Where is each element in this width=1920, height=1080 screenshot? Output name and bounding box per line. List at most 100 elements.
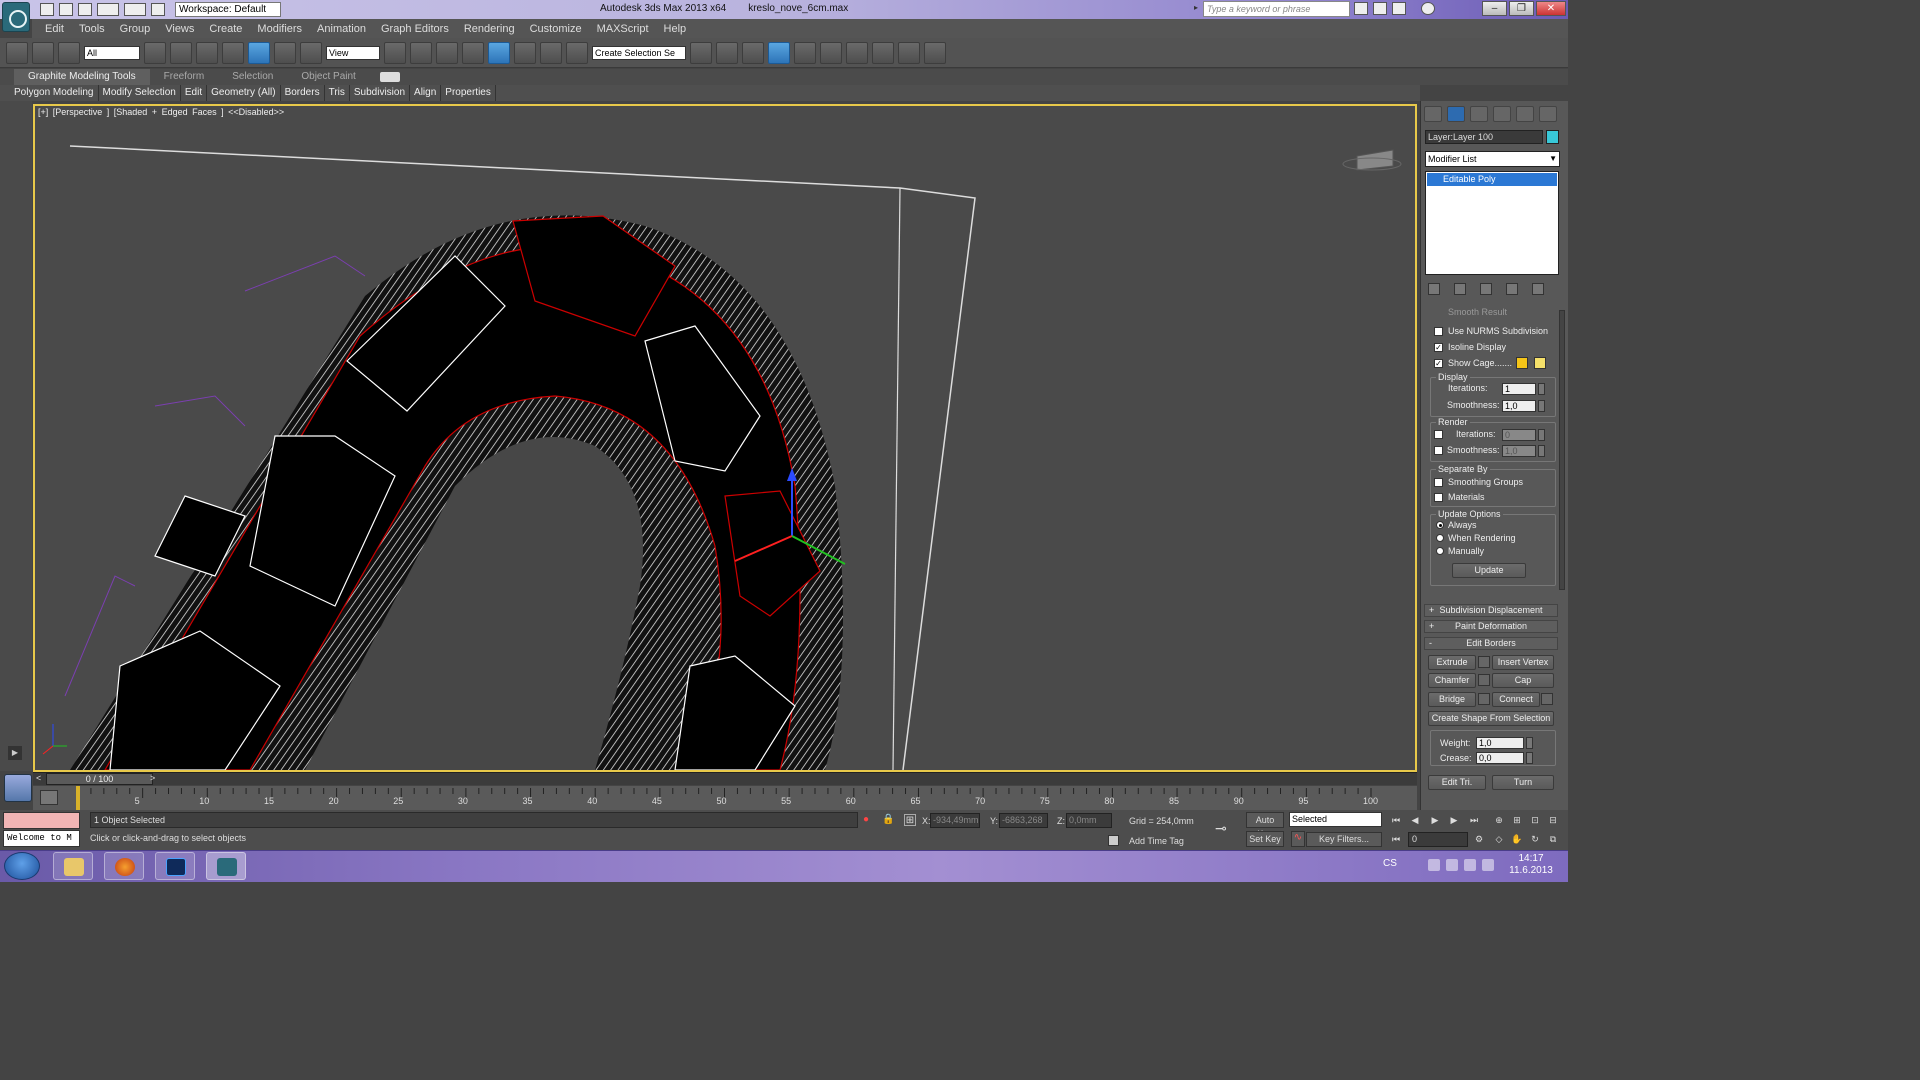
link-icon[interactable] [6, 41, 28, 64]
menu-group[interactable]: Group [120, 23, 151, 35]
go-to-start-icon[interactable]: ⏮ [1389, 813, 1403, 827]
crease-arrows[interactable] [1526, 752, 1533, 764]
rendered-frame-window-icon[interactable] [898, 41, 920, 64]
cap-button[interactable]: Cap [1492, 673, 1554, 688]
rectangular-selection-icon[interactable] [196, 41, 218, 64]
select-and-rotate-icon[interactable] [274, 41, 296, 64]
tab-freeform[interactable]: Freeform [150, 69, 219, 85]
render-smoothness-spinner[interactable]: 1,0 [1502, 445, 1536, 457]
panel-polygon-modeling[interactable]: Polygon Modeling [10, 85, 99, 101]
zoom-extents-icon[interactable]: ⊡ [1528, 813, 1542, 827]
language-indicator[interactable]: CS [1383, 858, 1397, 869]
edit-tri-button[interactable]: Edit Tri. [1428, 775, 1486, 790]
start-button[interactable] [4, 852, 40, 880]
panel-borders[interactable]: Borders [281, 85, 325, 101]
time-slider-next-icon[interactable]: > [150, 773, 155, 783]
extrude-settings-icon[interactable] [1478, 656, 1490, 668]
hierarchy-tab-icon[interactable] [1470, 106, 1488, 122]
show-cage-checkbox[interactable]: ✓ [1434, 359, 1443, 368]
panel-edit[interactable]: Edit [181, 85, 208, 101]
menu-tools[interactable]: Tools [79, 23, 105, 35]
panel-modify-selection[interactable]: Modify Selection [99, 85, 181, 101]
key-filters-button[interactable]: Key Filters... [1306, 832, 1382, 847]
crease-spinner[interactable]: 0,0 [1476, 752, 1524, 764]
lock-selection-icon[interactable]: 🔒 [882, 814, 894, 826]
display-iterations-arrows[interactable] [1538, 383, 1545, 395]
extrude-button[interactable]: Extrude [1428, 655, 1476, 670]
motion-tab-icon[interactable] [1493, 106, 1511, 122]
panel-subdivision[interactable]: Subdivision [350, 85, 411, 101]
weight-spinner[interactable]: 1,0 [1476, 737, 1524, 749]
show-end-result-icon[interactable] [1454, 283, 1466, 295]
remove-modifier-icon[interactable] [1506, 283, 1518, 295]
named-selection-dropdown[interactable]: Create Selection Se [592, 45, 686, 60]
panel-properties[interactable]: Properties [441, 85, 496, 101]
configure-modifier-sets-icon[interactable] [1532, 283, 1544, 295]
key-icon[interactable]: ⊸ [1215, 821, 1239, 835]
open-file-icon[interactable] [59, 3, 73, 16]
display-iterations-spinner[interactable]: 1 [1502, 383, 1536, 395]
render-iterations-arrows[interactable] [1538, 429, 1545, 441]
weight-arrows[interactable] [1526, 737, 1533, 749]
make-unique-icon[interactable] [1480, 283, 1492, 295]
angle-snap-icon[interactable] [488, 41, 510, 64]
system-clock[interactable]: 14:17 11.6.2013 [1500, 853, 1562, 877]
mirror-icon[interactable] [690, 41, 712, 64]
time-configuration-icon[interactable]: ⚙ [1472, 832, 1486, 846]
key-mode-dropdown[interactable]: Selected [1289, 812, 1382, 827]
display-tab-icon[interactable] [1516, 106, 1534, 122]
select-object-icon[interactable] [144, 41, 166, 64]
menu-help[interactable]: Help [664, 23, 687, 35]
tab-selection[interactable]: Selection [218, 69, 287, 85]
menu-create[interactable]: Create [209, 23, 242, 35]
time-tag-icon[interactable] [1108, 835, 1119, 846]
rollout-paint-deformation[interactable]: + Paint Deformation [1424, 620, 1558, 633]
photoshop-taskbar-button[interactable] [155, 852, 195, 880]
viewport-label[interactable]: [+] [Perspective ] [Shaded + Edged Faces… [38, 107, 284, 117]
menu-rendering[interactable]: Rendering [464, 23, 515, 35]
next-frame-icon[interactable]: ▶ [1447, 813, 1461, 827]
add-time-tag-label[interactable]: Add Time Tag [1129, 836, 1184, 846]
pivot-center-icon[interactable] [384, 41, 406, 64]
set-key-button[interactable]: Set Key [1246, 831, 1284, 847]
manipulate-icon[interactable] [410, 41, 432, 64]
z-coordinate-field[interactable]: 0,0mm [1066, 813, 1112, 828]
menu-edit[interactable]: Edit [45, 23, 64, 35]
orbit-icon[interactable]: ↻ [1528, 832, 1542, 846]
tab-object-paint[interactable]: Object Paint [287, 69, 369, 85]
viewcube[interactable] [1342, 149, 1402, 171]
snaps-toggle-icon[interactable] [462, 41, 484, 64]
create-tab-icon[interactable] [1424, 106, 1442, 122]
graphite-ribbon-icon[interactable] [768, 41, 790, 64]
modifier-list-dropdown[interactable]: Modifier List [1425, 151, 1560, 167]
ribbon-options-icon[interactable] [379, 72, 400, 82]
panel-align[interactable]: Align [410, 85, 442, 101]
maxscript-listener-output[interactable] [3, 812, 80, 829]
maximize-viewport-icon[interactable]: ⧉ [1546, 832, 1560, 846]
tray-icon-2[interactable] [1446, 859, 1458, 871]
isoline-checkbox[interactable]: ✓ [1434, 343, 1443, 352]
workspace-dropdown[interactable]: Workspace: Default [175, 2, 281, 17]
window-crossing-icon[interactable] [222, 41, 244, 64]
manually-radio[interactable] [1436, 547, 1444, 555]
smoothing-groups-checkbox[interactable] [1434, 478, 1443, 487]
maximize-button[interactable]: ❐ [1509, 1, 1534, 16]
zoom-all-icon[interactable]: ⊞ [1510, 813, 1524, 827]
always-radio[interactable] [1436, 521, 1444, 529]
render-iterations-checkbox[interactable] [1434, 430, 1443, 439]
x-coordinate-field[interactable]: -934,49mm [930, 813, 980, 828]
go-to-end-icon[interactable]: ⏭ [1467, 813, 1481, 827]
create-shape-from-selection-button[interactable]: Create Shape From Selection [1428, 711, 1554, 726]
panel-geometry-all[interactable]: Geometry (All) [207, 85, 281, 101]
percent-snap-icon[interactable] [514, 41, 536, 64]
isolate-selection-icon[interactable]: ● [860, 814, 872, 826]
align-icon[interactable] [716, 41, 738, 64]
spinner-snap-icon[interactable] [540, 41, 562, 64]
modify-tab-icon[interactable] [1447, 106, 1465, 122]
tray-icon-1[interactable] [1428, 859, 1440, 871]
search-toggle-arrow-icon[interactable]: ▸ [1194, 3, 1200, 15]
minimize-button[interactable]: – [1482, 1, 1507, 16]
current-frame-field[interactable]: 0 [1408, 832, 1468, 847]
network-icon[interactable] [1464, 859, 1476, 871]
connect-settings-icon[interactable] [1541, 693, 1553, 705]
